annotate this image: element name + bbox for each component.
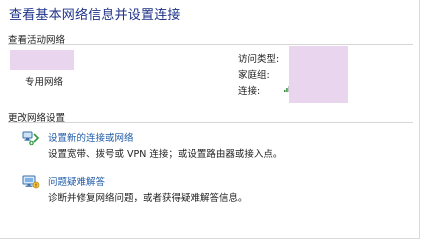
- page-title: 查看基本网络信息并设置连接: [9, 8, 181, 23]
- setup-new-connection-description: 设置宽带、拨号或 VPN 连接；或设置路由器或接入点。: [48, 149, 283, 160]
- change-settings-divider: [8, 122, 413, 123]
- network-type-label: 专用网络: [25, 77, 64, 88]
- troubleshoot-link[interactable]: 问题疑难解答: [48, 174, 105, 188]
- troubleshoot-description: 诊断并修复网络问题，或者获得疑难解答信息。: [48, 193, 248, 204]
- network-connection-icon[interactable]: [22, 130, 40, 146]
- access-type-label: 访问类型:: [238, 54, 280, 65]
- setup-new-connection-link[interactable]: 设置新的连接或网络: [48, 130, 134, 144]
- troubleshoot-icon[interactable]: [22, 174, 40, 190]
- network-name-redacted: [10, 50, 74, 70]
- homegroup-label: 家庭组:: [238, 70, 270, 81]
- connections-label: 连接:: [238, 86, 261, 97]
- active-networks-divider: [8, 44, 413, 45]
- network-properties-redacted: [289, 46, 348, 103]
